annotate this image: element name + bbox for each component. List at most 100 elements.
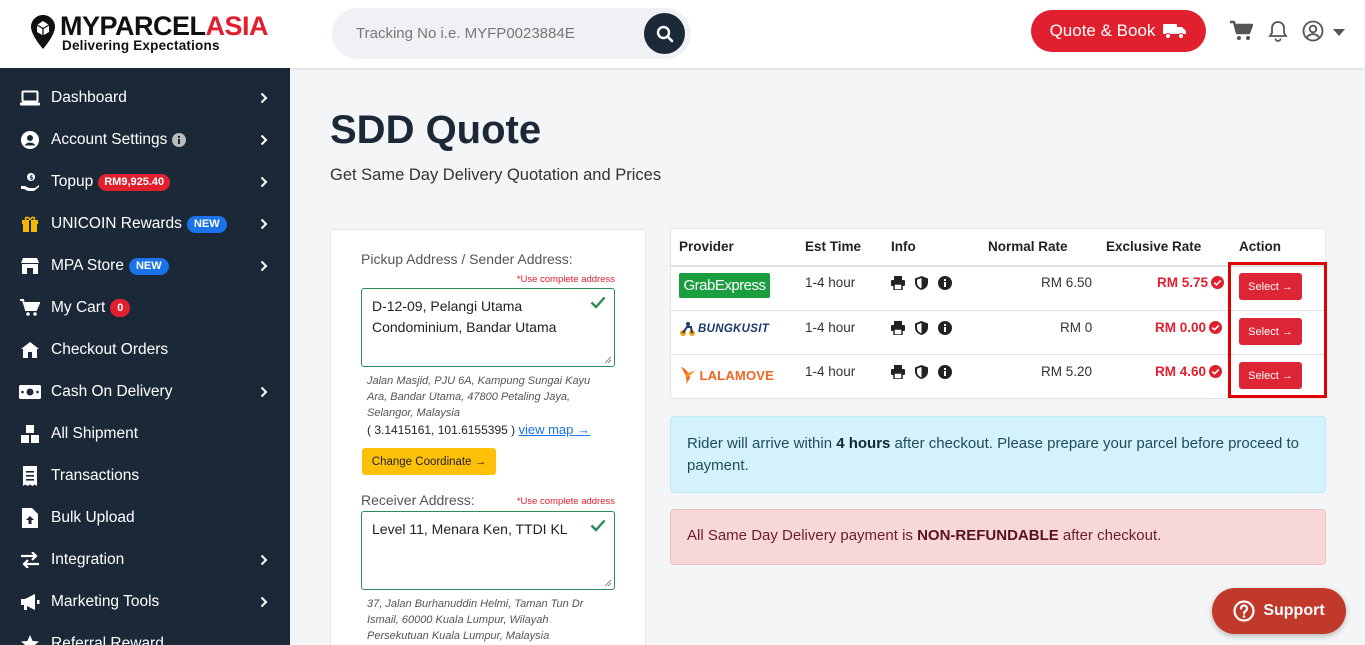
chevron-right-icon bbox=[260, 92, 268, 104]
house-icon bbox=[19, 339, 41, 361]
page-subtitle: Get Same Day Delivery Quotation and Pric… bbox=[330, 166, 662, 184]
receiver-address-input[interactable]: Level 11, Menara Ken, TTDI KL bbox=[361, 511, 615, 590]
sidebar-item-bulk-upload[interactable]: Bulk Upload bbox=[0, 497, 290, 539]
sidebar-item-dashboard[interactable]: Dashboard bbox=[0, 77, 290, 119]
pickup-address-input[interactable]: D-12-09, Pelangi Utama Condominium, Band… bbox=[361, 288, 615, 367]
support-label: Support bbox=[1263, 602, 1325, 619]
exclusive-rate: RM 5.75 bbox=[1157, 275, 1225, 290]
pickup-address-label: Pickup Address / Sender Address: bbox=[361, 251, 573, 267]
sidebar-item-label: Cash On Delivery bbox=[51, 383, 173, 400]
info-circle-icon[interactable] bbox=[938, 321, 952, 335]
info-circle-icon bbox=[172, 133, 187, 147]
pickup-coordinate-value: ( 3.1415161, 101.6155395 ) bbox=[367, 423, 516, 437]
info-circle-icon[interactable] bbox=[938, 276, 952, 290]
sidebar-item-cash-on-delivery[interactable]: Cash On Delivery bbox=[0, 371, 290, 413]
printer-icon[interactable] bbox=[891, 321, 905, 335]
sidebar-item-label: UNICOIN Rewards bbox=[51, 215, 182, 232]
provider-name: BUNGKUSIT bbox=[698, 323, 770, 335]
cart-icon bbox=[19, 297, 41, 319]
quote-book-button[interactable]: Quote & Book bbox=[1031, 10, 1206, 52]
address-form-card: Pickup Address / Sender Address: *Use co… bbox=[330, 229, 646, 645]
user-circle-icon[interactable] bbox=[1302, 20, 1324, 42]
provider-logo-bungkusit: BUNGKUSIT bbox=[679, 319, 774, 339]
info-icons bbox=[891, 365, 952, 379]
receiver-address-label: Receiver Address: bbox=[361, 492, 475, 508]
sidebar-item-mpa-store[interactable]: MPA Store NEW bbox=[0, 245, 290, 287]
resize-handle-icon[interactable] bbox=[604, 356, 612, 364]
chevron-right-icon bbox=[260, 218, 268, 230]
provider-name: GrabExpress bbox=[683, 277, 766, 294]
quote-book-label: Quote & Book bbox=[1049, 21, 1156, 40]
location-pin-icon bbox=[31, 15, 55, 49]
normal-rate-value: RM 6.50 bbox=[1041, 275, 1093, 290]
chevron-right-icon bbox=[260, 134, 268, 146]
exclusive-rate: RM 0.00 bbox=[1155, 320, 1223, 335]
tracking-search-input[interactable] bbox=[356, 21, 636, 45]
sidebar-item-label: Transactions bbox=[51, 467, 140, 484]
normal-rate-value: RM 5.20 bbox=[1041, 364, 1093, 379]
boxes-icon bbox=[19, 423, 41, 445]
rider-icon bbox=[680, 322, 695, 336]
info-circle-icon[interactable] bbox=[938, 365, 952, 379]
info-icons bbox=[891, 321, 952, 335]
change-coordinate-button[interactable]: Change Coordinate → bbox=[362, 448, 496, 475]
view-map-link[interactable]: view map → bbox=[518, 422, 590, 437]
check-circle-icon bbox=[1209, 321, 1223, 334]
brand-tagline: Delivering Expectations bbox=[62, 38, 220, 53]
alert-text: All Same Day Delivery payment is bbox=[687, 527, 918, 544]
column-header-exclusive-rate: Exclusive Rate bbox=[1106, 239, 1202, 254]
balance-badge: RM9,925.40 bbox=[98, 173, 171, 191]
sidebar-item-label: Referral Reward bbox=[51, 635, 164, 645]
shipping-truck-icon bbox=[1163, 24, 1187, 39]
exclusive-rate-value: RM 4.60 bbox=[1155, 364, 1207, 379]
check-icon bbox=[590, 296, 606, 309]
bell-icon[interactable] bbox=[1268, 20, 1288, 42]
sidebar-item-all-shipment[interactable]: All Shipment bbox=[0, 413, 290, 455]
new-badge: NEW bbox=[128, 257, 169, 275]
page-title: SDD Quote bbox=[330, 108, 542, 152]
column-header-action: Action bbox=[1239, 239, 1281, 254]
pickup-address-detail: Jalan Masjid, PJU 6A, Kampung Sungai Kay… bbox=[367, 375, 591, 419]
question-circle-icon bbox=[1233, 600, 1255, 622]
brand-logo[interactable]: MYPARCELASIA Delivering Expectations bbox=[30, 12, 280, 56]
receipt-icon bbox=[19, 465, 41, 487]
sidebar-item-transactions[interactable]: Transactions bbox=[0, 455, 290, 497]
resize-handle-icon[interactable] bbox=[604, 579, 612, 587]
sidebar-item-integration[interactable]: Integration bbox=[0, 539, 290, 581]
tracking-search bbox=[332, 8, 691, 59]
new-badge: NEW bbox=[186, 215, 227, 233]
support-button[interactable]: Support bbox=[1212, 588, 1346, 634]
sidebar-item-label: Integration bbox=[51, 551, 125, 568]
sidebar-item-label: Checkout Orders bbox=[51, 341, 169, 358]
column-header-est-time: Est Time bbox=[805, 239, 862, 254]
chevron-right-icon bbox=[260, 596, 268, 608]
printer-icon[interactable] bbox=[891, 276, 905, 290]
sidebar-item-topup[interactable]: $ Topup RM9,925.40 bbox=[0, 161, 290, 203]
lalamove-swoosh-icon bbox=[680, 366, 696, 385]
search-icon bbox=[656, 25, 673, 42]
shield-icon[interactable] bbox=[915, 365, 928, 379]
sidebar-item-marketing-tools[interactable]: Marketing Tools bbox=[0, 581, 290, 623]
exclusive-rate-value: RM 0.00 bbox=[1155, 320, 1207, 335]
chevron-right-icon bbox=[260, 176, 268, 188]
cart-icon[interactable] bbox=[1229, 20, 1253, 42]
shield-icon[interactable] bbox=[915, 321, 928, 335]
sidebar: Dashboard Account Settings $ Topup RM9,92… bbox=[0, 68, 290, 645]
sidebar-item-checkout-orders[interactable]: Checkout Orders bbox=[0, 329, 290, 371]
sidebar-item-my-cart[interactable]: My Cart 0 bbox=[0, 287, 290, 329]
sidebar-item-unicoin-rewards[interactable]: UNICOIN Rewards NEW bbox=[0, 203, 290, 245]
caret-down-icon[interactable] bbox=[1333, 29, 1345, 37]
sidebar-item-label: Bulk Upload bbox=[51, 509, 135, 526]
sidebar-item-account-settings[interactable]: Account Settings bbox=[0, 119, 290, 161]
arrows-exchange-icon bbox=[19, 549, 41, 571]
chevron-right-icon bbox=[260, 386, 268, 398]
check-icon bbox=[590, 519, 606, 532]
alert-emphasis: 4 hours bbox=[836, 435, 891, 452]
brand-name: MYPARCELASIA bbox=[60, 11, 269, 41]
shield-icon[interactable] bbox=[915, 276, 928, 290]
receiver-address-detail: 37, Jalan Burhanuddin Helmi, Taman Tun D… bbox=[367, 598, 584, 642]
search-button[interactable] bbox=[644, 13, 685, 54]
printer-icon[interactable] bbox=[891, 365, 905, 379]
sidebar-item-referral-reward[interactable]: Referral Reward bbox=[0, 623, 290, 645]
pickup-address-hint: *Use complete address bbox=[516, 274, 615, 285]
